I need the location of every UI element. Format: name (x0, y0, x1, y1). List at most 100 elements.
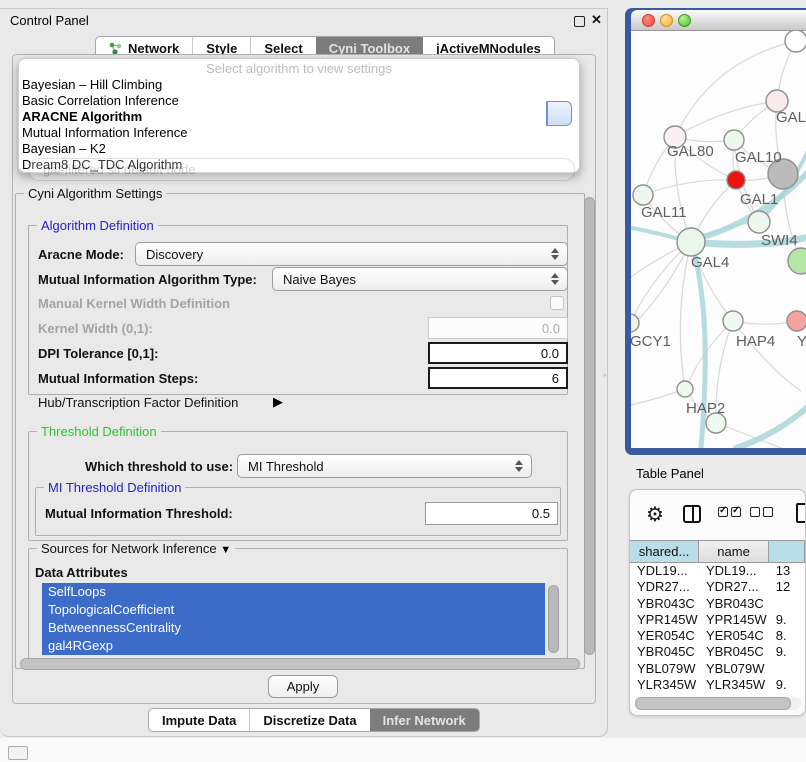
table-cell: YPR145W (630, 612, 699, 628)
table-cell: YDL19... (630, 563, 699, 579)
table-row[interactable]: YBL079WYBL079W (630, 661, 805, 677)
network-node-gal11[interactable] (633, 185, 653, 205)
tab-label: Discretize Data (263, 713, 356, 728)
table-row[interactable]: YBR045CYBR045C9. (630, 644, 805, 660)
table-panel-window: ⚙ shared...name YDL19...YDL19...13YDR27.… (629, 489, 806, 716)
which-threshold-combo[interactable]: MI Threshold (237, 454, 532, 478)
aracne-mode-combo[interactable]: Discovery (135, 242, 568, 266)
table-row[interactable]: YLR345WYLR345W9. (630, 677, 805, 693)
data-attribute-item[interactable]: gal4RGexp (42, 637, 545, 655)
network-node-label: HAP2 (686, 400, 725, 417)
export-table-icon[interactable] (796, 503, 806, 523)
table-cell: YBL079W (699, 661, 769, 677)
table-scrollbar-thumb[interactable] (635, 697, 791, 710)
table-row[interactable]: YBR043CYBR043C (630, 596, 805, 612)
columns-icon[interactable] (683, 505, 701, 523)
manual-kernel-checkbox[interactable] (550, 296, 564, 310)
table-row[interactable]: YDR27...YDR27...12 (630, 579, 805, 595)
aracne-mode-label: Aracne Mode: (38, 247, 124, 262)
tab-label: Impute Data (162, 713, 236, 728)
splitter-resize-handle[interactable]: ◦ (603, 370, 610, 377)
table-cell: YIL052C (630, 693, 699, 696)
zoom-window-icon[interactable] (678, 14, 691, 27)
network-node-gal4[interactable] (677, 228, 705, 256)
network-node-gal10[interactable] (724, 130, 744, 150)
bottom-band (0, 738, 806, 762)
sources-collapse-arrow-icon[interactable]: ▼ (220, 544, 231, 556)
close-panel-icon[interactable]: ✕ (591, 12, 602, 28)
float-panel-icon[interactable] (574, 16, 585, 27)
network-node-label: GCY1 (631, 333, 671, 350)
table-cell (769, 596, 805, 612)
network-canvas[interactable]: GALGAL80GAL10GAL1GAL11SWI4GAL4GCY1HAP4YH… (631, 31, 806, 448)
algorithm-option[interactable]: Mutual Information Inference (19, 125, 579, 141)
settings-vertical-scrollbar[interactable] (584, 197, 595, 655)
network-node-swi4[interactable] (748, 211, 770, 233)
network-node-label: HAP4 (736, 333, 775, 350)
network-edge (675, 101, 777, 137)
data-attributes-label: Data Attributes (35, 565, 128, 580)
gear-icon[interactable]: ⚙ (646, 502, 664, 527)
table-column-header[interactable] (769, 541, 805, 562)
table-cell: YPR145W (699, 612, 769, 628)
kernel-width-field[interactable]: 0.0 (428, 317, 568, 339)
network-node-label: GAL1 (740, 191, 778, 208)
data-attributes-list: SelfLoopsTopologicalCoefficientBetweenne… (42, 583, 545, 655)
data-attribute-item[interactable]: TopologicalCoefficient (42, 601, 545, 619)
collapsed-panel-button[interactable] (8, 746, 28, 760)
table-row[interactable]: YIL052CYIL052C0 (630, 693, 805, 696)
table-panel-title: Table Panel (636, 466, 704, 481)
network-node-gcy1[interactable] (631, 314, 639, 332)
mi-type-value: Naive Bayes (283, 272, 356, 287)
network-node-hap2[interactable] (677, 381, 693, 397)
table-row[interactable]: YPR145WYPR145W9. (630, 612, 805, 628)
network-node-label: Y (797, 333, 806, 350)
table-cell: YBR045C (699, 644, 769, 660)
table-cell: 8. (769, 628, 805, 644)
threshold-definition-title: Threshold Definition (37, 424, 161, 439)
deselect-all-columns-icon[interactable] (750, 507, 773, 517)
table-row[interactable]: YER054CYER054C8. (630, 628, 805, 644)
table-cell: 12 (769, 579, 805, 595)
network-node-hap4[interactable] (723, 311, 743, 331)
network-node-gal1[interactable] (727, 171, 745, 189)
algorithm-option[interactable]: Basic Correlation Inference (19, 93, 579, 109)
table-row[interactable]: YDL19...YDL19...13 (630, 563, 805, 579)
tab-impute-data[interactable]: Impute Data (149, 709, 249, 731)
network-node-label: GAL11 (641, 204, 687, 221)
mi-steps-field[interactable]: 6 (428, 367, 568, 389)
mi-threshold-value: 0.5 (532, 506, 550, 521)
network-edge (695, 255, 705, 448)
apply-button[interactable]: Apply (268, 675, 338, 698)
table-column-header[interactable]: shared... (630, 541, 699, 562)
attributes-list-scrollbar[interactable] (548, 585, 559, 653)
algorithm-option[interactable]: Bayesian – K2 (19, 141, 579, 157)
minimize-window-icon[interactable] (660, 14, 673, 27)
data-attribute-item[interactable]: BetweennessCentrality (42, 619, 545, 637)
data-attribute-item[interactable]: SelfLoops (42, 583, 545, 601)
table-cell: YIL052C (699, 693, 769, 696)
network-node-y[interactable] (787, 311, 806, 331)
table-source-combo[interactable]: gal-filtered sif default node (28, 158, 575, 181)
select-all-columns-icon[interactable] (718, 507, 741, 517)
settings-horizontal-scrollbar[interactable] (20, 658, 580, 670)
hub-expand-arrow-icon[interactable]: ▶ (273, 394, 283, 410)
network-node[interactable] (785, 31, 806, 52)
table-cell: YBL079W (630, 661, 699, 677)
algorithm-option[interactable]: Bayesian – Hill Climbing (19, 77, 579, 93)
control-panel-title: Control Panel (10, 13, 89, 28)
mi-threshold-group-title: MI Threshold Definition (44, 480, 185, 495)
network-node-label: GAL80 (667, 143, 714, 160)
tab-discretize-data[interactable]: Discretize Data (249, 709, 369, 731)
cyni-algorithm-settings-title: Cyni Algorithm Settings (24, 186, 166, 201)
mi-threshold-field[interactable]: 0.5 (425, 502, 558, 525)
table-column-header[interactable]: name (699, 541, 769, 562)
tab-infer-network[interactable]: Infer Network (370, 709, 479, 731)
combo-stepper-peek[interactable] (546, 101, 572, 126)
network-node[interactable] (788, 248, 806, 274)
dpi-tolerance-field[interactable]: 0.0 (428, 342, 568, 364)
algorithm-option[interactable]: ARACNE Algorithm (19, 109, 579, 125)
close-window-icon[interactable] (642, 14, 655, 27)
mi-type-combo[interactable]: Naive Bayes (272, 267, 568, 291)
aracne-mode-value: Discovery (146, 247, 203, 262)
